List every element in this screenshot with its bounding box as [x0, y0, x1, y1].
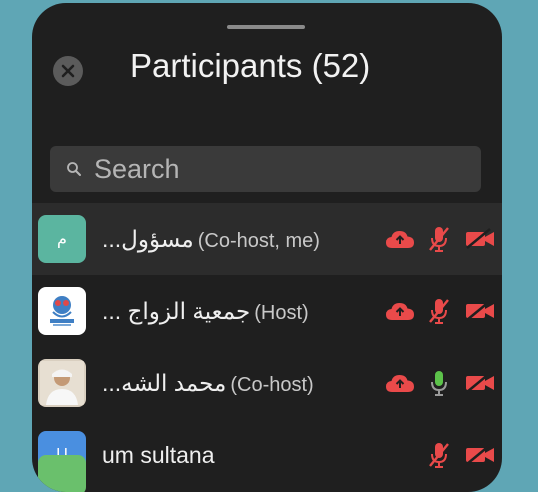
close-icon: [61, 64, 75, 78]
organization-logo-icon: [50, 296, 74, 326]
mic-muted-icon[interactable]: [426, 297, 452, 325]
mic-active-icon[interactable]: [426, 369, 452, 397]
cloud-icon: [384, 229, 416, 249]
participant-name: مسؤول...: [102, 225, 194, 252]
camera-off-icon[interactable]: [464, 372, 496, 394]
panel-title: Participants (52): [130, 47, 371, 84]
participant-row[interactable]: م مسؤول... (Co-host, me): [32, 203, 502, 275]
search-bar[interactable]: [50, 146, 481, 192]
search-icon: [67, 162, 81, 176]
next-participant-avatar: [38, 455, 86, 492]
participant-row[interactable]: جمعية الزواج ... (Host): [32, 275, 502, 347]
camera-off-icon[interactable]: [464, 228, 496, 250]
close-button[interactable]: [53, 56, 83, 86]
participant-name: um sultana: [102, 441, 215, 468]
drag-handle[interactable]: [227, 25, 305, 29]
participant-row[interactable]: محمد الشه... (Co-host): [32, 347, 502, 419]
participants-panel: Participants (52) م مسؤول... (Co-host, m…: [32, 3, 502, 492]
participant-row[interactable]: U um sultana: [32, 419, 502, 491]
participant-role: (Host): [254, 301, 309, 324]
avatar: [38, 287, 86, 335]
camera-off-icon[interactable]: [464, 300, 496, 322]
cloud-icon: [384, 301, 416, 321]
mic-muted-icon[interactable]: [426, 441, 452, 469]
avatar: م: [38, 215, 86, 263]
cloud-icon: [384, 373, 416, 393]
participant-list: م مسؤول... (Co-host, me) جمعية الزواج ..…: [32, 203, 502, 491]
camera-off-icon[interactable]: [464, 444, 496, 466]
avatar: [38, 359, 86, 407]
user-photo-icon: [40, 361, 84, 405]
avatar-initial: م: [57, 231, 67, 248]
mic-muted-icon[interactable]: [426, 225, 452, 253]
search-input[interactable]: [92, 152, 476, 186]
participant-role: (Co-host): [230, 373, 314, 396]
participant-name: محمد الشه...: [102, 369, 227, 396]
participant-name: جمعية الزواج ...: [102, 297, 251, 324]
participant-role: (Co-host, me): [197, 229, 320, 252]
